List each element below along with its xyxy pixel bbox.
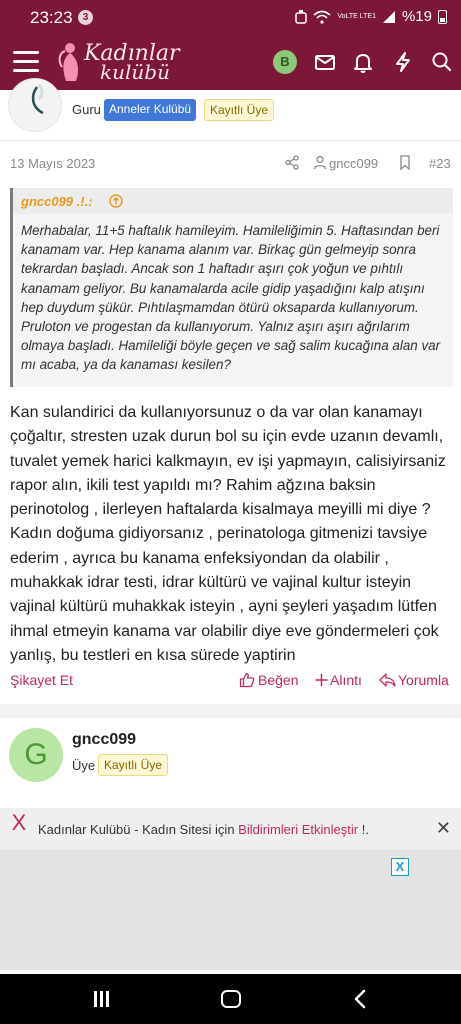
next-post-member-badge: Kayıtlı Üye bbox=[98, 754, 169, 776]
notification-banner: X Kadınlar Kulübü - Kadın Sitesi için Bi… bbox=[0, 808, 461, 850]
reply-button[interactable]: Yorumla bbox=[398, 672, 449, 688]
next-post-avatar[interactable]: G bbox=[9, 728, 63, 782]
like-button[interactable]: Beğen bbox=[258, 672, 298, 688]
post-actions: Şikayet Et Beğen Alıntı Yorumla bbox=[0, 668, 461, 694]
quote-text: Merhabalar, 11+5 haftalık hamileyim. Ham… bbox=[21, 223, 441, 373]
quote-button[interactable]: Alıntı bbox=[330, 672, 362, 688]
author-role: Guru bbox=[72, 102, 101, 117]
alarm-icon bbox=[295, 9, 308, 24]
user-avatar[interactable]: B bbox=[273, 50, 297, 74]
quote-author[interactable]: gncc099 .!.: bbox=[21, 194, 93, 209]
next-post-role: Üye bbox=[72, 758, 96, 773]
back-icon[interactable] bbox=[352, 988, 368, 1010]
recent-apps-icon[interactable] bbox=[94, 991, 112, 1007]
member-badge: Kayıtlı Üye bbox=[204, 99, 275, 121]
banner-dismiss-button[interactable]: ✕ bbox=[436, 818, 451, 839]
lightning-icon[interactable] bbox=[389, 48, 417, 76]
ad-close-button[interactable]: X bbox=[391, 858, 409, 876]
site-logo[interactable]: Kadınlar kulübü bbox=[56, 40, 186, 84]
divider bbox=[0, 140, 461, 141]
banner-text-prefix: Kadınlar Kulübü - Kadın Sitesi için bbox=[38, 822, 239, 837]
banner-text: Kadınlar Kulübü - Kadın Sitesi için Bild… bbox=[38, 822, 369, 837]
battery-icon bbox=[438, 9, 447, 24]
report-button[interactable]: Şikayet Et bbox=[10, 672, 73, 688]
banner-text-suffix: !. bbox=[358, 822, 369, 837]
search-icon[interactable] bbox=[428, 48, 456, 76]
author-avatar[interactable] bbox=[8, 78, 62, 132]
home-icon[interactable] bbox=[221, 990, 241, 1008]
status-bar: 23:23 3 VoLTE LTE1 %19 bbox=[0, 0, 461, 34]
wifi-icon bbox=[313, 10, 331, 24]
mail-icon[interactable] bbox=[311, 48, 339, 76]
network-label: VoLTE LTE1 bbox=[337, 12, 376, 20]
site-header: Kadınlar kulübü B bbox=[0, 34, 461, 90]
quote-header[interactable]: gncc099 .!.: bbox=[13, 188, 453, 214]
battery-percent: %19 bbox=[401, 8, 432, 25]
avatar-image bbox=[31, 83, 44, 115]
bell-icon[interactable] bbox=[349, 48, 377, 76]
post-number[interactable]: #23 bbox=[429, 156, 451, 171]
notification-count-badge: 3 bbox=[78, 10, 93, 25]
post-author[interactable]: gncc099 bbox=[329, 156, 378, 171]
banner-close-tab[interactable]: X bbox=[0, 808, 38, 850]
post-body: Kan sulandirici da kullanıyorsunuz o da … bbox=[10, 404, 446, 664]
logo-woman-icon bbox=[58, 43, 78, 81]
post-divider bbox=[0, 704, 461, 718]
share-icon[interactable] bbox=[285, 155, 300, 170]
system-nav-bar bbox=[0, 974, 461, 1024]
user-icon bbox=[313, 155, 327, 170]
logo-text-line2: kulübü bbox=[100, 60, 170, 84]
club-badge[interactable]: Anneler Kulübü bbox=[104, 99, 197, 121]
status-time: 23:23 bbox=[30, 8, 73, 27]
reply-icon[interactable] bbox=[379, 672, 396, 688]
enable-notifications-link[interactable]: Bildirimleri Etkinleştir bbox=[238, 822, 358, 837]
menu-icon[interactable] bbox=[13, 51, 39, 73]
status-right-group: VoLTE LTE1 %19 bbox=[295, 8, 447, 25]
next-post-username[interactable]: gncc099 bbox=[72, 731, 136, 749]
quote-block: gncc099 .!.: Merhabalar, 11+5 haftalık h… bbox=[10, 188, 453, 387]
arrow-up-circle-icon[interactable] bbox=[109, 194, 123, 208]
thumbs-up-icon[interactable] bbox=[239, 672, 255, 688]
plus-icon[interactable] bbox=[315, 672, 328, 688]
post-date[interactable]: 13 Mayıs 2023 bbox=[10, 156, 95, 171]
post-meta: 13 Mayıs 2023 gncc099 #23 bbox=[0, 151, 461, 175]
signal-icon bbox=[382, 10, 395, 23]
bookmark-icon[interactable] bbox=[399, 155, 411, 170]
